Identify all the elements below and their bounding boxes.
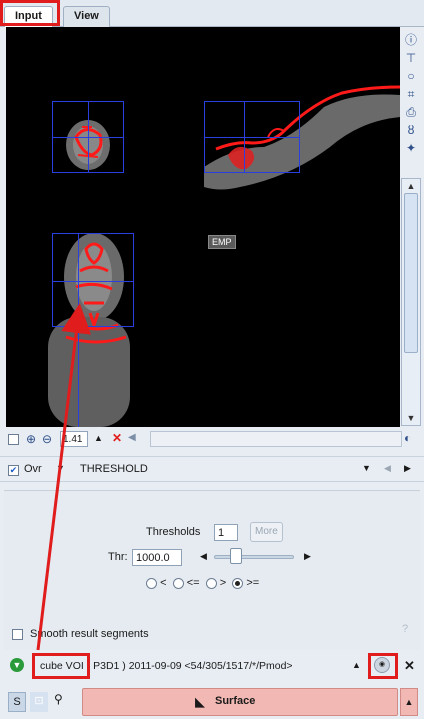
- annotation-arrow: [36, 303, 92, 651]
- segmentation-panel: Input View EMP ⓘ ⊤ ○ ⌗ ⎙ ȣ ✦ ▲ ▼ ⊕ ⊖ 1.4…: [0, 0, 424, 719]
